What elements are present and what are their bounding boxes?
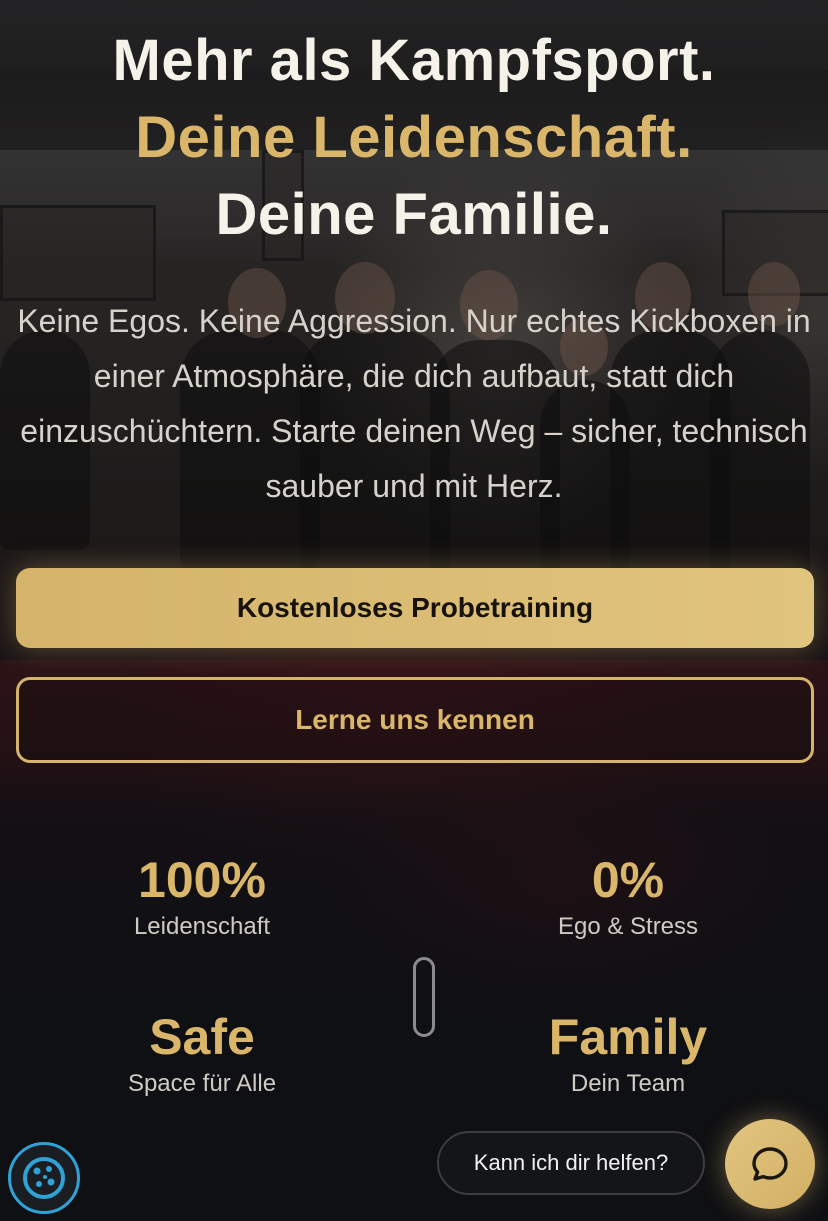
scroll-indicator [413, 957, 435, 1037]
stat-value: Safe [149, 1009, 255, 1065]
stat-value: 0% [591, 852, 665, 908]
free-trial-button[interactable]: Kostenloses Probetraining [16, 568, 814, 648]
hero-description: Keine Egos. Keine Aggression. Nur echtes… [17, 303, 811, 504]
hero-heading-line1: Mehr als Kampfsport. [112, 28, 716, 93]
stat-ego: 0% Ego & Stress [438, 852, 818, 943]
stat-label: Dein Team [570, 1070, 686, 1097]
stat-value: Family [548, 1009, 708, 1065]
get-to-know-us-button[interactable]: Lerne uns kennen [16, 677, 814, 763]
stat-family: Family Dein Team [438, 1009, 818, 1100]
stat-passion: 100% Leidenschaft [12, 852, 392, 943]
hero-heading-line2: Deine Leidenschaft. [135, 105, 693, 170]
stat-value: 100% [138, 852, 266, 908]
hero-heading: Mehr als Kampfsport. Deine Leidenschaft.… [0, 22, 828, 253]
stat-label: Space für Alle [127, 1070, 277, 1097]
stat-label: Ego & Stress [557, 913, 699, 940]
cookie-icon [23, 1157, 65, 1199]
cookie-settings-button[interactable] [8, 1142, 80, 1214]
chat-open-button[interactable] [725, 1119, 815, 1209]
help-prompt-bubble[interactable]: Kann ich dir helfen? [437, 1131, 705, 1195]
hero-heading-line3: Deine Familie. [215, 182, 613, 247]
stat-label: Leidenschaft [133, 913, 271, 940]
stat-safe: Safe Space für Alle [12, 1009, 392, 1100]
chat-bubble-icon [752, 1147, 788, 1181]
